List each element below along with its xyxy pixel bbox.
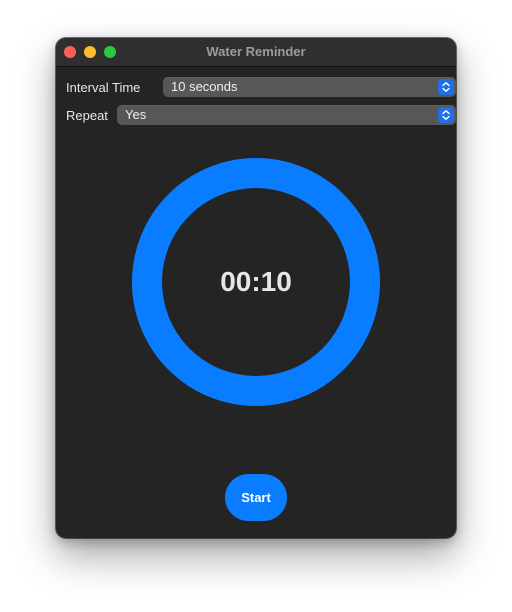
title-bar[interactable]: Water Reminder <box>56 38 456 67</box>
repeat-row: Repeat Yes <box>66 105 456 125</box>
app-window: Water Reminder Interval Time 10 seconds … <box>56 38 456 538</box>
chevron-up-down-icon <box>438 107 454 123</box>
interval-label: Interval Time <box>66 79 141 95</box>
interval-select[interactable]: 10 seconds <box>163 77 456 97</box>
interval-select-value: 10 seconds <box>171 79 238 94</box>
timer-display: 00:10 <box>220 266 292 297</box>
repeat-label: Repeat <box>66 107 108 123</box>
repeat-select[interactable]: Yes <box>117 105 456 125</box>
start-button[interactable]: Start <box>225 474 287 521</box>
window-title: Water Reminder <box>206 44 306 59</box>
interval-row: Interval Time 10 seconds <box>66 77 456 97</box>
chevron-up-down-icon <box>438 79 454 95</box>
repeat-select-value: Yes <box>125 107 147 122</box>
